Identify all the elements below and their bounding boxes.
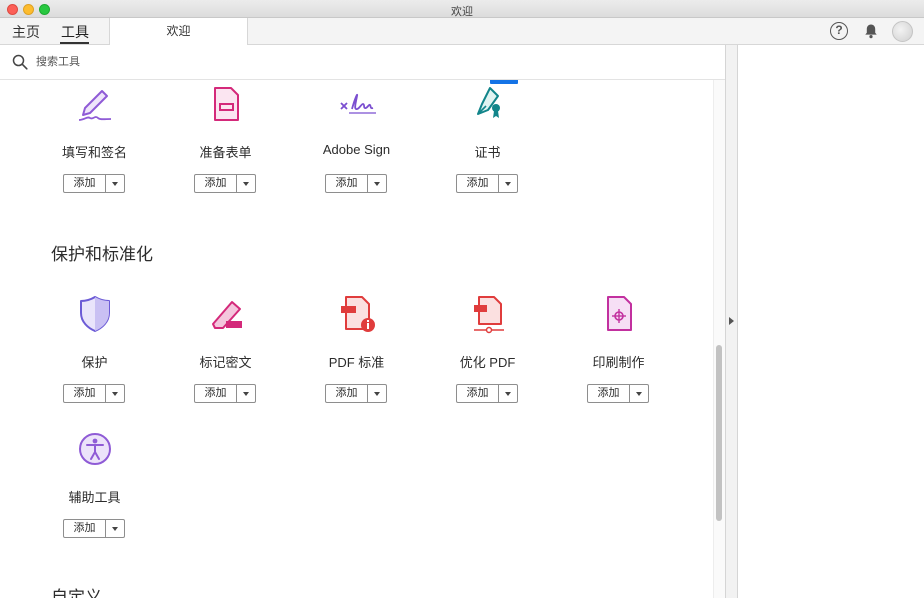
add-dropdown-chevron-icon[interactable]: [368, 175, 386, 192]
tool-label: 标记密文: [199, 355, 252, 370]
add-dropdown-chevron-icon[interactable]: [106, 175, 124, 192]
add-button[interactable]: 添加: [457, 385, 499, 402]
add-button[interactable]: 添加: [64, 385, 106, 402]
window-title: 欢迎: [451, 6, 473, 18]
add-tool-control: 添加: [587, 384, 649, 403]
tool-card-protect[interactable]: 保护 添加: [29, 294, 160, 403]
tool-card-fill-sign[interactable]: 填写和签名 添加: [29, 80, 160, 193]
tool-card-prepare-form[interactable]: 准备表单 添加: [160, 80, 291, 193]
tool-label: 保护: [81, 355, 108, 370]
tool-label: PDF 标准: [328, 355, 385, 370]
chevron-right-icon: [729, 317, 734, 325]
add-dropdown-chevron-icon[interactable]: [630, 385, 648, 402]
adobe-sign-icon: [339, 93, 376, 114]
fill-sign-icon: [78, 90, 111, 121]
add-button[interactable]: 添加: [457, 175, 499, 192]
tab-document-welcome[interactable]: 欢迎: [109, 18, 248, 45]
tool-card-certificates[interactable]: 证书 添加: [422, 80, 553, 193]
accessibility-icon: [78, 433, 111, 465]
tool-card-optimize-pdf[interactable]: 优化 PDF 添加: [422, 294, 553, 403]
help-icon[interactable]: ?: [830, 22, 848, 40]
section-title: 保护和标准化: [51, 245, 153, 264]
add-tool-control: 添加: [456, 174, 518, 193]
tool-card-accessibility[interactable]: 辅助工具 添加: [29, 429, 160, 538]
tool-card-print-production[interactable]: 印刷制作 添加: [553, 294, 684, 403]
title-bar: 欢迎: [0, 0, 924, 18]
tool-label: Adobe Sign: [322, 142, 391, 157]
shield-icon: [79, 296, 110, 332]
tool-card-pdf-standards[interactable]: PDF 标准 添加: [291, 294, 422, 403]
search-icon: [12, 54, 28, 70]
scrollbar-thumb[interactable]: [716, 345, 722, 521]
add-dropdown-chevron-icon[interactable]: [106, 520, 124, 537]
add-button[interactable]: 添加: [195, 175, 237, 192]
tool-label: 填写和签名: [61, 145, 127, 160]
right-pane-toggle[interactable]: [726, 45, 738, 598]
tab-tools[interactable]: 工具: [61, 22, 89, 42]
add-button[interactable]: 添加: [588, 385, 630, 402]
add-tool-control: 添加: [63, 384, 125, 403]
add-dropdown-chevron-icon[interactable]: [237, 385, 255, 402]
add-tool-control: 添加: [194, 384, 256, 403]
print-production-icon: [606, 296, 632, 331]
tool-label: 证书: [474, 145, 501, 160]
avatar[interactable]: [892, 21, 913, 42]
tool-label: 优化 PDF: [459, 355, 516, 370]
add-button[interactable]: 添加: [326, 385, 368, 402]
add-tool-control: 添加: [325, 174, 387, 193]
prepare-form-icon: [213, 87, 239, 121]
add-dropdown-chevron-icon[interactable]: [237, 175, 255, 192]
tool-label: 辅助工具: [68, 490, 121, 505]
tool-card-redact[interactable]: 标记密文 添加: [160, 294, 291, 403]
right-pane: [739, 45, 924, 598]
certificates-icon: [476, 87, 500, 118]
add-button[interactable]: 添加: [195, 385, 237, 402]
add-tool-control: 添加: [456, 384, 518, 403]
add-tool-control: 添加: [194, 174, 256, 193]
search-input[interactable]: [36, 54, 336, 70]
add-tool-control: 添加: [325, 384, 387, 403]
add-button[interactable]: 添加: [326, 175, 368, 192]
tool-label: 印刷制作: [592, 355, 645, 370]
tools-content: 填写和签名 添加 准备表单 添加 Adobe Sign 添加 证书 添加 保护和…: [0, 80, 713, 598]
add-tool-control: 添加: [63, 174, 125, 193]
tool-search-bar: [0, 45, 725, 80]
tool-card-adobe-sign[interactable]: Adobe Sign 添加: [291, 80, 422, 193]
add-dropdown-chevron-icon[interactable]: [499, 385, 517, 402]
section-title: 自定义: [51, 588, 102, 598]
active-tab-indicator: [60, 42, 89, 44]
add-dropdown-chevron-icon[interactable]: [106, 385, 124, 402]
tab-bar: 主页 工具 欢迎 ?: [0, 18, 924, 45]
add-button[interactable]: 添加: [64, 520, 106, 537]
tool-label: 准备表单: [199, 145, 252, 160]
add-tool-control: 添加: [63, 519, 125, 538]
tab-home[interactable]: 主页: [12, 22, 40, 42]
add-button[interactable]: 添加: [64, 175, 106, 192]
add-dropdown-chevron-icon[interactable]: [368, 385, 386, 402]
bell-icon[interactable]: [862, 22, 880, 40]
redact-icon: [211, 301, 242, 329]
optimize-pdf-icon: [473, 296, 504, 334]
pdf-standards-icon: [340, 296, 375, 332]
add-dropdown-chevron-icon[interactable]: [499, 175, 517, 192]
